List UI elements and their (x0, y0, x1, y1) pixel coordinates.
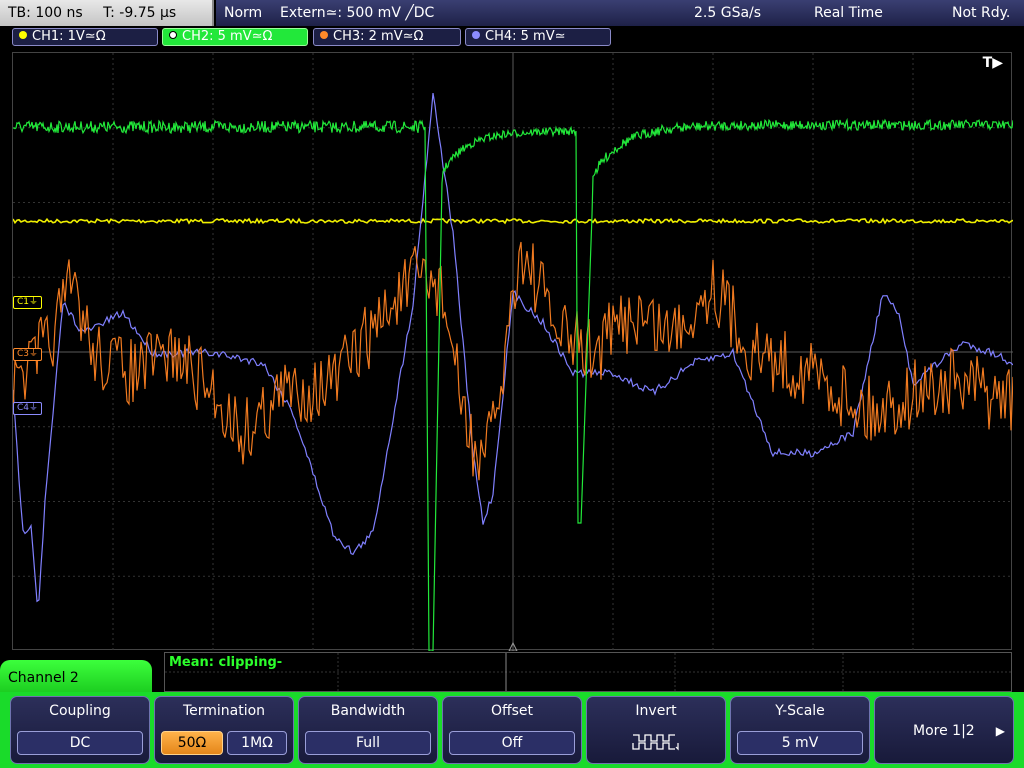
measurement-grid (165, 653, 1011, 691)
sample-rate: 2.5 GSa/s (694, 5, 762, 21)
coupling-value[interactable]: DC (17, 731, 143, 755)
trigger-source[interactable]: Extern≃: 500 mV ╱DC (280, 0, 434, 26)
offset-value[interactable]: Off (449, 731, 575, 755)
coupling-softkey[interactable]: Coupling DC (10, 696, 150, 764)
status-bar: TB: 100 ns T: -9.75 µs Norm Extern≃: 500… (0, 0, 1024, 26)
ch2-label: CH2: 5 mV≃Ω (182, 29, 273, 44)
ch3-trace (13, 241, 1013, 481)
bandwidth-title: Bandwidth (330, 703, 406, 719)
measurement-panel: Mean: clipping- (164, 652, 1012, 692)
acquisition-strip: Norm Extern≃: 500 mV ╱DC 2.5 GSa/s Real … (216, 0, 1024, 26)
coupling-title: Coupling (49, 703, 111, 719)
tab-ch1[interactable]: CH1: 1V≃Ω (12, 28, 158, 46)
tab-ch4[interactable]: CH4: 5 mV≃ (465, 28, 611, 46)
ch1-label: CH1: 1V≃Ω (32, 29, 106, 44)
invert-waveform-icon (593, 731, 719, 755)
invert-title: Invert (635, 703, 677, 719)
ch4-offset-marker[interactable]: C4⏚ (13, 402, 43, 415)
ch3-label: CH3: 2 mV≃Ω (333, 29, 424, 44)
channel-tab-row: CH1: 1V≃Ω CH2: 5 mV≃Ω CH3: 2 mV≃Ω CH4: 5… (0, 26, 1024, 48)
ch4-color-dot (472, 31, 480, 39)
tab-ch3[interactable]: CH3: 2 mV≃Ω (313, 28, 461, 46)
yscale-value[interactable]: 5 mV (737, 731, 863, 755)
ch2-color-dot (169, 31, 177, 39)
ch1-offset-marker[interactable]: C1⏚ (13, 296, 43, 309)
termination-softkey[interactable]: Termination 50Ω 1MΩ (154, 696, 294, 764)
acquisition-mode: Real Time (814, 5, 883, 21)
yscale-title: Y-Scale (775, 703, 825, 719)
measurement-readout: Mean: clipping- (169, 655, 283, 670)
ch3-color-dot (320, 31, 328, 39)
yscale-softkey[interactable]: Y-Scale 5 mV (730, 696, 870, 764)
termination-50ohm-option[interactable]: 50Ω (161, 731, 223, 755)
termination-title: Termination (182, 703, 266, 719)
timebase-readout: TB: 100 ns (8, 5, 83, 21)
more-label: More 1|2 (913, 723, 975, 739)
waveform-traces (13, 93, 1013, 651)
trigger-status: Not Rdy. (952, 5, 1011, 21)
ch3-offset-marker[interactable]: C3⏚ (13, 348, 43, 361)
ch4-label: CH4: 5 mV≃ (485, 29, 566, 44)
tab-ch2[interactable]: CH2: 5 mV≃Ω (162, 28, 308, 46)
waveform-display[interactable]: T▶ C1⏚ C3⏚ C4⏚ (12, 52, 1013, 651)
offset-title: Offset (490, 703, 534, 719)
trigger-position-readout: T: -9.75 µs (103, 5, 177, 21)
invert-softkey[interactable]: Invert (586, 696, 726, 764)
next-page-icon: ▶ (995, 724, 1005, 738)
bandwidth-softkey[interactable]: Bandwidth Full (298, 696, 438, 764)
trigger-mode[interactable]: Norm (224, 0, 262, 26)
more-softkey[interactable]: More 1|2 ▶ (874, 696, 1014, 764)
termination-1mohm-option[interactable]: 1MΩ (227, 731, 287, 755)
timebase-box[interactable]: TB: 100 ns T: -9.75 µs (0, 0, 214, 26)
ch1-color-dot (19, 31, 27, 39)
ch1-trace (13, 217, 1013, 225)
bandwidth-value[interactable]: Full (305, 731, 431, 755)
offset-softkey[interactable]: Offset Off (442, 696, 582, 764)
trigger-position-marker[interactable]: T▶ (983, 55, 1003, 71)
